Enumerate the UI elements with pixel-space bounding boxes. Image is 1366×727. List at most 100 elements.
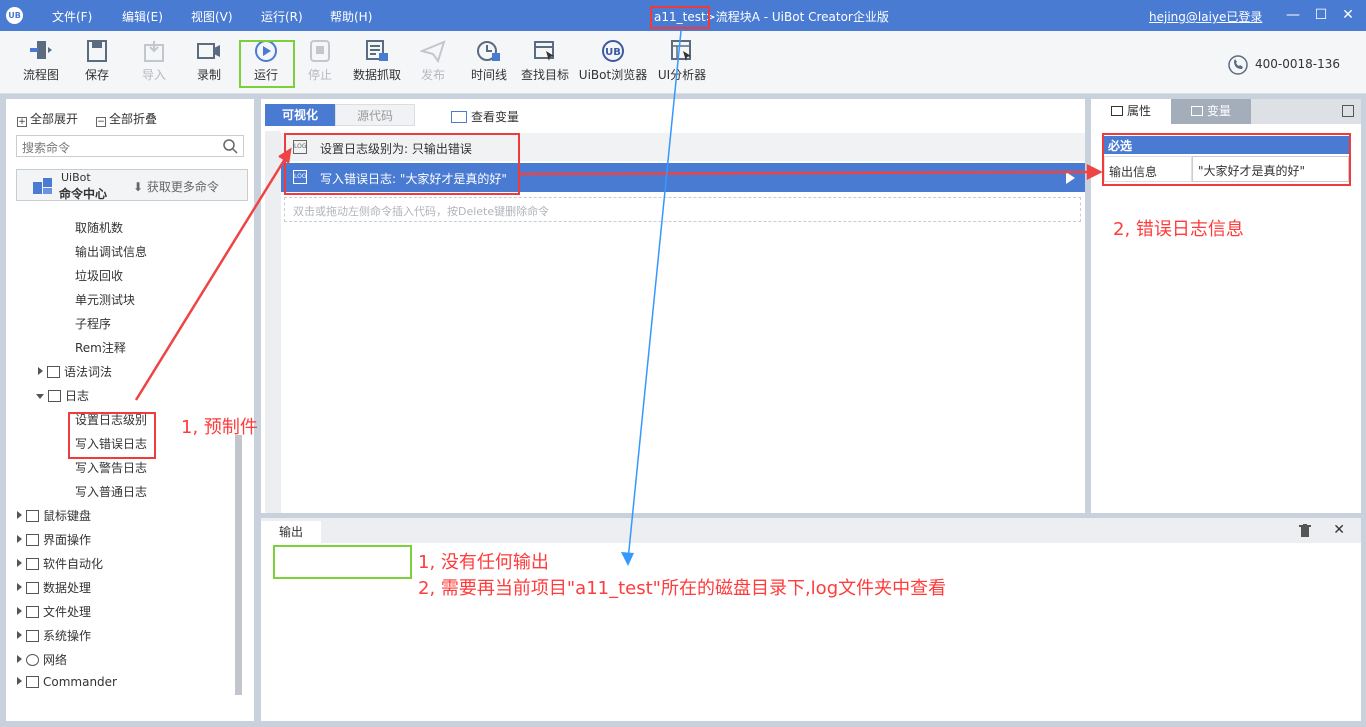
tree-item[interactable]: 写入错误日志 xyxy=(75,435,147,452)
find-target-button[interactable]: 查找目标 xyxy=(520,39,570,83)
properties-panel: 属性 变量 必选 输出信息 "大家好才是真的好" xyxy=(1091,99,1361,513)
network-icon xyxy=(26,654,39,666)
tree-category[interactable]: 网络 xyxy=(17,651,67,668)
import-label: 导入 xyxy=(141,68,166,82)
uibot-browser-button[interactable]: UB UiBot浏览器 xyxy=(578,39,648,83)
tree-item[interactable]: 垃圾回收 xyxy=(75,267,123,284)
view-variables-button[interactable]: 查看变量 xyxy=(451,108,519,125)
user-login-link[interactable]: hejing@laiye已登录 xyxy=(1149,8,1262,25)
tree-category-label: Commander xyxy=(43,675,117,689)
svg-text:UB: UB xyxy=(605,47,621,58)
flowchart-icon xyxy=(30,41,52,59)
tab-variables[interactable]: 变量 xyxy=(1171,99,1251,124)
publish-icon xyxy=(420,40,446,63)
stop-button[interactable]: 停止 xyxy=(305,39,335,83)
play-arrow-icon[interactable] xyxy=(1066,172,1075,184)
uibot-browser-label: UiBot浏览器 xyxy=(578,68,648,82)
output-header: 输出 ✕ xyxy=(261,518,1361,543)
annotation-prefab: 1, 预制件 xyxy=(181,417,258,438)
tree-item[interactable]: 设置日志级别 xyxy=(75,411,147,428)
expand-arrow-icon xyxy=(17,655,22,663)
trash-icon[interactable] xyxy=(1299,524,1311,537)
tree-category[interactable]: 软件自动化 xyxy=(17,555,103,572)
tree-folder[interactable]: 语法词法 xyxy=(38,363,112,380)
file-processing-icon xyxy=(26,606,39,618)
tree-folder[interactable]: 日志 xyxy=(36,387,89,404)
menu-edit[interactable]: 编辑(E) xyxy=(122,8,163,25)
tree-category-label: 界面操作 xyxy=(43,533,92,547)
line-gutter xyxy=(265,131,281,513)
maximize-icon[interactable]: ☐ xyxy=(1311,5,1331,25)
tree-scrollbar[interactable] xyxy=(235,435,242,695)
close-icon[interactable]: ✕ xyxy=(1338,5,1358,25)
cmd-center-brand: UiBot xyxy=(61,171,91,184)
tree-item[interactable]: Rem注释 xyxy=(75,339,126,356)
get-more-commands[interactable]: ⬇ 获取更多命令 xyxy=(133,178,219,195)
tree-category-label: 数据处理 xyxy=(43,581,92,595)
save-icon xyxy=(87,40,107,62)
editor-panel: 可视化 源代码 查看变量 LOG 设置日志级别为: 只输出错误 LOG 写入错误… xyxy=(261,99,1085,513)
plus-icon: + xyxy=(17,117,27,127)
uibot-browser-icon: UB xyxy=(602,40,624,62)
expand-arrow-icon xyxy=(17,631,22,639)
run-button[interactable]: 运行 xyxy=(251,39,281,83)
tree-category[interactable]: Commander xyxy=(17,675,117,689)
save-button[interactable]: 保存 xyxy=(82,39,112,83)
tree-folder-label: 日志 xyxy=(65,389,90,403)
tree-item[interactable]: 输出调试信息 xyxy=(75,243,147,260)
data-scrape-button[interactable]: 数据抓取 xyxy=(352,39,402,83)
record-button[interactable]: 录制 xyxy=(194,39,224,83)
tree-item[interactable]: 写入普通日志 xyxy=(75,483,147,500)
annotation-log-folder: 2, 需要再当前项目"a11_test"所在的磁盘目录下,log文件夹中查看 xyxy=(418,578,947,599)
menu-run[interactable]: 运行(R) xyxy=(261,8,303,25)
menu-file[interactable]: 文件(F) xyxy=(52,8,92,25)
drop-hint[interactable]: 双击或拖动左侧命令插入代码，按Delete键删除命令 xyxy=(284,197,1081,222)
close-output-icon[interactable]: ✕ xyxy=(1333,522,1345,538)
tree-category[interactable]: 数据处理 xyxy=(17,579,91,596)
tab-properties[interactable]: 属性 xyxy=(1091,99,1171,124)
ui-analyzer-button[interactable]: UI分析器 xyxy=(656,39,708,83)
search-icon[interactable] xyxy=(222,138,238,154)
tab-variables-label: 变量 xyxy=(1206,104,1231,118)
popout-icon[interactable] xyxy=(1342,105,1354,117)
tree-item[interactable]: 单元测试块 xyxy=(75,291,135,308)
puzzle-icon xyxy=(33,178,52,194)
search-placeholder: 搜索命令 xyxy=(22,141,71,155)
tree-item[interactable]: 子程序 xyxy=(75,315,111,332)
menu-help[interactable]: 帮助(H) xyxy=(330,8,372,25)
expand-all-button[interactable]: + 全部展开 xyxy=(17,110,78,127)
expand-arrow-icon xyxy=(17,583,22,591)
phone-icon xyxy=(1228,55,1248,75)
minimize-icon[interactable]: — xyxy=(1283,5,1303,25)
commander-icon xyxy=(26,676,39,688)
find-target-icon xyxy=(534,41,554,61)
output-info-field[interactable]: "大家好才是真的好" xyxy=(1192,156,1349,182)
stop-icon xyxy=(310,40,330,62)
required-section-header: 必选 xyxy=(1104,136,1349,154)
timeline-button[interactable]: 时间线 xyxy=(470,39,508,83)
tree-item[interactable]: 写入警告日志 xyxy=(75,459,147,476)
variables-icon xyxy=(451,111,467,123)
log-icon: LOG xyxy=(293,140,307,154)
menu-view[interactable]: 视图(V) xyxy=(191,8,233,25)
tree-category[interactable]: 界面操作 xyxy=(17,531,91,548)
tree-category-label: 软件自动化 xyxy=(43,557,104,571)
command-row-selected[interactable]: LOG 写入错误日志: "大家好才是真的好" xyxy=(281,163,1085,192)
tree-category[interactable]: 文件处理 xyxy=(17,603,91,620)
publish-button[interactable]: 发布 xyxy=(418,39,448,83)
flowchart-button[interactable]: 流程图 xyxy=(20,39,62,83)
tree-category[interactable]: 鼠标键盘 xyxy=(17,507,91,524)
tree-item[interactable]: 取随机数 xyxy=(75,219,123,236)
data-processing-icon xyxy=(26,582,39,594)
command-row[interactable]: LOG 设置日志级别为: 只输出错误 xyxy=(281,133,1085,161)
tree-category[interactable]: 系统操作 xyxy=(17,627,91,644)
tab-visual[interactable]: 可视化 xyxy=(265,104,335,126)
tab-source[interactable]: 源代码 xyxy=(335,104,415,126)
command-center-button[interactable]: UiBot 命令中心 ⬇ 获取更多命令 xyxy=(16,169,248,201)
import-button[interactable]: 导入 xyxy=(139,39,169,83)
run-icon xyxy=(255,40,277,62)
collapse-all-button[interactable]: − 全部折叠 xyxy=(96,110,157,127)
tab-output[interactable]: 输出 xyxy=(261,521,321,543)
command-search-input[interactable]: 搜索命令 xyxy=(16,135,244,157)
tree-category-label: 网络 xyxy=(43,653,68,667)
